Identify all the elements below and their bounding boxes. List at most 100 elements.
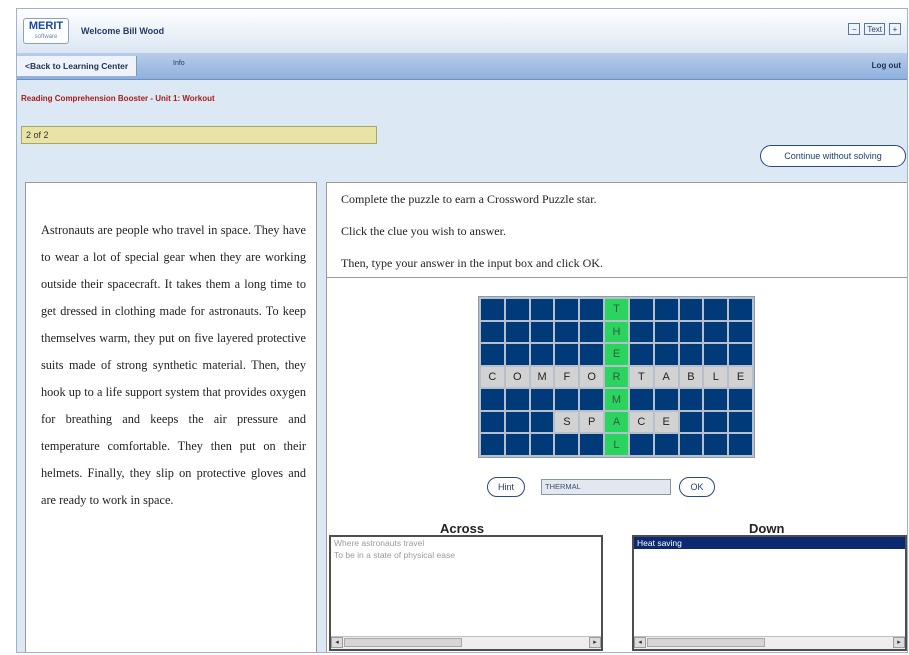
crossword-cell[interactable]	[729, 344, 752, 365]
crossword-cell[interactable]	[679, 411, 703, 433]
crossword-cell[interactable]	[704, 344, 728, 365]
crossword-cell[interactable]: R	[605, 366, 628, 388]
crossword-cell[interactable]	[729, 321, 752, 343]
ok-button[interactable]: OK	[679, 477, 715, 497]
crossword-cell[interactable]	[704, 389, 728, 410]
crossword-cell[interactable]	[555, 299, 579, 320]
across-clue-item[interactable]: Where astronauts travel	[331, 537, 601, 549]
crossword-cell[interactable]: L	[605, 434, 628, 455]
crossword-cell[interactable]	[654, 344, 678, 365]
crossword-cell[interactable]	[729, 299, 752, 320]
crossword-cell[interactable]	[555, 321, 579, 343]
crossword-cell[interactable]: C	[629, 411, 653, 433]
scroll-right-icon[interactable]: ▸	[589, 637, 601, 648]
crossword-cell[interactable]	[481, 299, 504, 320]
crossword-cell[interactable]	[679, 344, 703, 365]
crossword-cell[interactable]	[481, 411, 504, 433]
across-scrollbar[interactable]: ◂ ▸	[331, 636, 601, 649]
crossword-cell[interactable]: E	[729, 366, 752, 388]
crossword-cell[interactable]	[580, 299, 604, 320]
crossword-cell[interactable]: O	[580, 366, 604, 388]
crossword-cell[interactable]	[505, 389, 529, 410]
crossword-cell[interactable]	[629, 299, 653, 320]
crossword-cell[interactable]	[704, 434, 728, 455]
crossword-cell[interactable]	[654, 321, 678, 343]
crossword-cell[interactable]	[555, 434, 579, 455]
hint-button[interactable]: Hint	[487, 477, 525, 497]
crossword-cell[interactable]: M	[605, 389, 628, 410]
crossword-cell[interactable]	[580, 344, 604, 365]
crossword-cell[interactable]: C	[481, 366, 504, 388]
crossword-cell[interactable]	[481, 344, 504, 365]
crossword-cell[interactable]	[580, 389, 604, 410]
crossword-cell[interactable]: L	[704, 366, 728, 388]
crossword-cell[interactable]	[654, 434, 678, 455]
enlarge-text-button[interactable]: +	[889, 23, 901, 35]
crossword-cell[interactable]	[679, 299, 703, 320]
crossword-cell[interactable]	[505, 321, 529, 343]
crossword-cell[interactable]	[654, 299, 678, 320]
crossword-cell[interactable]: S	[555, 411, 579, 433]
crossword-cell[interactable]	[530, 344, 554, 365]
crossword-cell[interactable]	[704, 411, 728, 433]
scroll-thumb[interactable]	[647, 638, 765, 647]
logout-link[interactable]: Log out	[872, 61, 901, 70]
crossword-cell[interactable]	[629, 434, 653, 455]
crossword-cell[interactable]	[530, 389, 554, 410]
crossword-cell[interactable]	[704, 299, 728, 320]
down-clue-list[interactable]: Heat saving ◂ ▸	[632, 535, 907, 651]
crossword-cell[interactable]	[530, 411, 554, 433]
crossword-cell[interactable]	[679, 434, 703, 455]
crossword-cell[interactable]	[530, 321, 554, 343]
crossword-cell[interactable]: F	[555, 366, 579, 388]
crossword-cell[interactable]: T	[629, 366, 653, 388]
crossword-cell[interactable]	[654, 389, 678, 410]
crossword-cell[interactable]	[505, 299, 529, 320]
crossword-cell[interactable]	[505, 411, 529, 433]
crossword-cell[interactable]	[729, 434, 752, 455]
crossword-cell[interactable]: E	[605, 344, 628, 365]
crossword-cell[interactable]: H	[605, 321, 628, 343]
back-to-learning-center-button[interactable]: <Back to Learning Center	[17, 56, 138, 76]
crossword-cell[interactable]	[505, 344, 529, 365]
crossword-cell[interactable]	[555, 389, 579, 410]
crossword-cell[interactable]	[629, 344, 653, 365]
scroll-left-icon[interactable]: ◂	[331, 637, 343, 648]
crossword-cell[interactable]	[555, 344, 579, 365]
text-size-button[interactable]: Text	[864, 23, 885, 35]
crossword-cell[interactable]	[729, 411, 752, 433]
info-link[interactable]: Info	[173, 60, 185, 67]
crossword-cell[interactable]	[481, 321, 504, 343]
crossword-cell[interactable]: A	[654, 366, 678, 388]
crossword-cell[interactable]	[481, 434, 504, 455]
down-scrollbar[interactable]: ◂ ▸	[634, 636, 905, 649]
crossword-cell[interactable]	[580, 434, 604, 455]
crossword-cell[interactable]	[629, 389, 653, 410]
across-clue-item[interactable]: To be in a state of physical ease	[331, 549, 601, 561]
crossword-cell[interactable]	[729, 389, 752, 410]
crossword-cell[interactable]	[580, 321, 604, 343]
crossword-cell[interactable]	[679, 321, 703, 343]
scroll-thumb[interactable]	[344, 638, 462, 647]
crossword-cell[interactable]	[629, 321, 653, 343]
scroll-left-icon[interactable]: ◂	[634, 637, 646, 648]
across-clue-list[interactable]: Where astronauts travel To be in a state …	[329, 535, 603, 651]
down-clue-item[interactable]: Heat saving	[634, 537, 905, 549]
crossword-cell[interactable]: E	[654, 411, 678, 433]
crossword-cell[interactable]	[704, 321, 728, 343]
crossword-cell[interactable]	[505, 434, 529, 455]
crossword-cell[interactable]: M	[530, 366, 554, 388]
crossword-cell[interactable]: B	[679, 366, 703, 388]
crossword-cell[interactable]	[679, 389, 703, 410]
crossword-cell[interactable]: P	[580, 411, 604, 433]
crossword-cell[interactable]: O	[505, 366, 529, 388]
crossword-cell[interactable]	[530, 434, 554, 455]
scroll-right-icon[interactable]: ▸	[893, 637, 905, 648]
answer-input[interactable]: THERMAL	[541, 479, 671, 495]
minimize-text-button[interactable]: −	[848, 23, 861, 35]
continue-without-solving-button[interactable]: Continue without solving	[760, 145, 906, 167]
crossword-cell[interactable]	[530, 299, 554, 320]
crossword-grid[interactable]: THECOMFORTABLEMSPACEL	[478, 296, 755, 458]
crossword-cell[interactable]: T	[605, 299, 628, 320]
crossword-cell[interactable]	[481, 389, 504, 410]
